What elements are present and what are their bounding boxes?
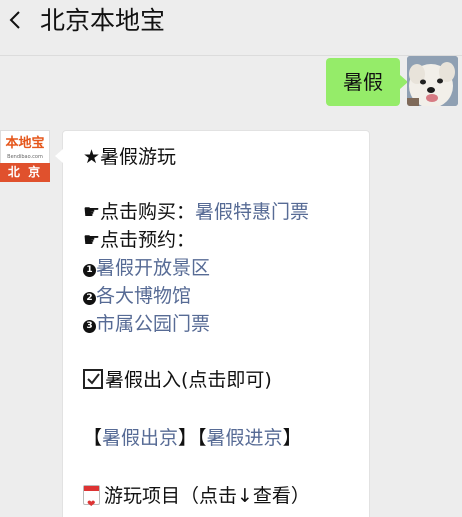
bracket-close: 】 xyxy=(282,427,302,449)
message-title: ★暑假游玩 xyxy=(83,146,177,168)
museums-link[interactable]: 各大博物馆 xyxy=(96,285,191,307)
number-3-icon: 3 xyxy=(83,320,96,333)
park-tickets-link[interactable]: 市属公园门票 xyxy=(96,313,210,335)
bracket-mid: 】【 xyxy=(178,427,207,449)
number-2-icon: 2 xyxy=(83,292,96,305)
reserve-label: ☛点击预约： xyxy=(83,229,196,251)
projects-label: 游玩项目（点击↓查看） xyxy=(104,485,310,507)
bot-logo-text: 本地宝 xyxy=(5,136,45,151)
projects-line: ❤ 游玩项目（点击↓查看） xyxy=(83,482,369,510)
bot-logo-subtext: Bendibao.com xyxy=(7,154,43,160)
bracket-open: 【 xyxy=(83,427,103,449)
bot-avatar[interactable]: 本地宝 Bendibao.com 北 京 xyxy=(0,130,50,182)
chat-header: 北京本地宝 xyxy=(0,0,462,56)
bot-avatar-logo: 本地宝 Bendibao.com xyxy=(0,130,50,163)
scenic-spots-link[interactable]: 暑假开放景区 xyxy=(96,257,210,279)
buy-line: ☛点击购买：暑假特惠门票 xyxy=(83,198,369,226)
list-item: 1 暑假开放景区 xyxy=(83,254,369,282)
chat-title: 北京本地宝 xyxy=(40,6,166,35)
calendar-heart-icon: ❤ xyxy=(83,485,100,510)
leave-beijing-link[interactable]: 暑假出京 xyxy=(102,427,178,449)
chevron-left-icon[interactable] xyxy=(4,8,28,32)
incoming-message-bubble: ★暑假游玩 ☛点击购买：暑假特惠门票 ☛点击预约： 1 暑假开放景区 2 各大博物馆… xyxy=(55,130,370,517)
user-avatar[interactable] xyxy=(407,56,458,106)
outgoing-message-row: 暑假 xyxy=(0,56,462,116)
enter-beijing-link[interactable]: 暑假进京 xyxy=(207,427,283,449)
list-item: 2 各大博物馆 xyxy=(83,282,369,310)
number-1-icon: 1 xyxy=(83,264,96,277)
travel-line: 暑假出入(点击即可) xyxy=(83,366,369,394)
list-item: 3 市属公园门票 xyxy=(83,310,369,338)
bot-avatar-city: 北 京 xyxy=(0,163,50,182)
checkbox-icon xyxy=(83,369,103,389)
buy-ticket-link[interactable]: 暑假特惠门票 xyxy=(195,201,309,223)
outgoing-message-bubble[interactable]: 暑假 xyxy=(326,58,408,106)
travel-links-line: 【暑假出京】【暑假进京】 xyxy=(83,424,369,452)
buy-prefix: ☛点击购买： xyxy=(83,201,196,223)
travel-label: 暑假出入(点击即可) xyxy=(105,369,272,391)
